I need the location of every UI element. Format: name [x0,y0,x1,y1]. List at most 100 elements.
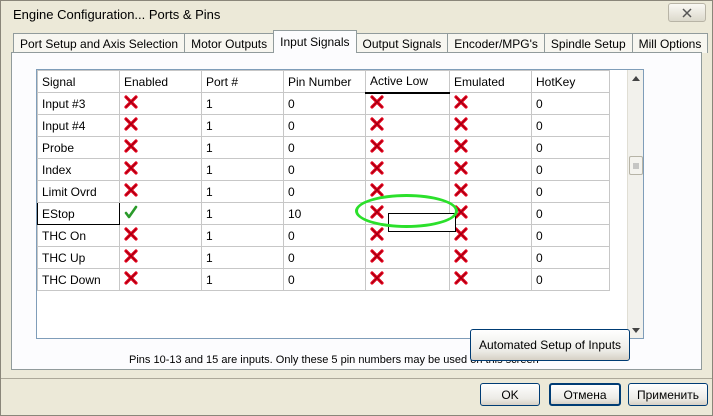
port-cell[interactable]: 1 [201,92,284,115]
signal-name-cell[interactable]: THC Down [37,268,120,291]
x-mark-icon [124,161,138,178]
signal-name-cell[interactable]: Input #4 [37,114,120,137]
emulated-toggle[interactable] [449,246,532,269]
port-cell[interactable]: 1 [201,268,284,291]
active-low-toggle[interactable] [365,246,450,269]
signal-name-cell[interactable]: THC On [37,224,120,247]
close-button[interactable] [668,3,706,22]
signal-name-cell[interactable]: THC Up [37,246,120,269]
x-mark-icon [124,139,138,156]
port-cell[interactable]: 1 [201,136,284,159]
pin-number-cell[interactable]: 0 [283,92,366,115]
column-header[interactable]: Enabled [119,70,202,93]
x-mark-icon [454,227,468,244]
x-mark-icon [124,271,138,288]
port-cell[interactable]: 1 [201,114,284,137]
tab-input-signals[interactable]: Input Signals [273,30,357,53]
hotkey-cell[interactable]: 0 [531,158,610,181]
x-mark-icon [370,271,384,288]
pin-number-cell[interactable]: 0 [283,268,366,291]
hotkey-cell[interactable]: 0 [531,202,610,225]
port-cell[interactable]: 1 [201,202,284,225]
enabled-toggle[interactable] [119,202,202,225]
port-cell[interactable]: 1 [201,224,284,247]
pin-number-cell[interactable]: 0 [283,224,366,247]
column-header[interactable]: Emulated [449,70,532,93]
pin-number-cell[interactable]: 0 [283,114,366,137]
pin-number-cell[interactable]: 10 [283,202,366,225]
tab-spindle-setup[interactable]: Spindle Setup [543,33,633,53]
input-signals-grid[interactable]: Signal Enabled Port # Pin Number Active Low E… [36,69,644,339]
emulated-toggle[interactable] [449,224,532,247]
enabled-toggle[interactable] [119,92,202,115]
table-row: Index 1 0 0 [37,158,610,181]
table-row: THC Down 1 0 0 [37,268,610,291]
scroll-up-button[interactable] [628,70,644,86]
enabled-toggle[interactable] [119,180,202,203]
emulated-toggle[interactable] [449,92,532,115]
enabled-toggle[interactable] [119,224,202,247]
column-header[interactable]: Active Low [365,70,450,94]
column-header[interactable]: Pin Number [283,70,366,93]
enabled-toggle[interactable] [119,158,202,181]
port-cell[interactable]: 1 [201,246,284,269]
emulated-toggle[interactable] [449,202,532,225]
tab-encoder-mpg-s[interactable]: Encoder/MPG's [447,33,545,53]
hotkey-cell[interactable]: 0 [531,114,610,137]
emulated-toggle[interactable] [449,268,532,291]
column-header[interactable]: Port # [201,70,284,93]
pin-number-cell[interactable]: 0 [283,180,366,203]
signal-name-cell[interactable]: Limit Ovrd [37,180,120,203]
active-low-toggle[interactable] [365,92,450,115]
pin-number-cell[interactable]: 0 [283,158,366,181]
scroll-down-button[interactable] [628,322,644,338]
emulated-toggle[interactable] [449,114,532,137]
enabled-toggle[interactable] [119,136,202,159]
active-low-toggle[interactable] [365,202,450,225]
hotkey-cell[interactable]: 0 [531,180,610,203]
hotkey-cell[interactable]: 0 [531,224,610,247]
hotkey-cell[interactable]: 0 [531,136,610,159]
vertical-scrollbar[interactable] [627,70,643,338]
active-low-toggle[interactable] [365,136,450,159]
enabled-toggle[interactable] [119,246,202,269]
enabled-toggle[interactable] [119,114,202,137]
hotkey-cell[interactable]: 0 [531,246,610,269]
tab-port-setup-and-axis-selection[interactable]: Port Setup and Axis Selection [13,33,186,53]
tab-mill-options[interactable]: Mill Options [631,33,709,53]
pin-number-cell[interactable]: 0 [283,136,366,159]
emulated-toggle[interactable] [449,158,532,181]
cancel-button[interactable]: Отмена [549,383,621,406]
scroll-thumb[interactable] [629,156,643,175]
hotkey-cell[interactable]: 0 [531,268,610,291]
emulated-toggle[interactable] [449,136,532,159]
automated-setup-button[interactable]: Automated Setup of Inputs [470,329,630,361]
pin-number-cell[interactable]: 0 [283,246,366,269]
x-mark-icon [454,249,468,266]
port-cell[interactable]: 1 [201,180,284,203]
port-cell[interactable]: 1 [201,158,284,181]
signals-table: Signal Enabled Port # Pin Number Active Low E… [37,70,610,291]
grip-icon [633,163,639,168]
ok-button[interactable]: OK [480,383,540,406]
x-mark-icon [124,227,138,244]
signal-name-cell[interactable]: EStop [37,202,120,225]
arrow-down-icon [632,327,640,333]
column-header[interactable]: HotKey [531,70,610,93]
signal-name-cell[interactable]: Input #3 [37,92,120,115]
x-mark-icon [454,183,468,200]
apply-button[interactable]: Применить [628,383,708,406]
column-header[interactable]: Signal [37,70,120,93]
tab-motor-outputs[interactable]: Motor Outputs [184,33,275,53]
active-low-toggle[interactable] [365,158,450,181]
signal-name-cell[interactable]: Probe [37,136,120,159]
close-icon [682,7,692,18]
hotkey-cell[interactable]: 0 [531,92,610,115]
active-low-toggle[interactable] [365,268,450,291]
tab-output-signals[interactable]: Output Signals [355,33,449,53]
active-low-toggle[interactable] [365,114,450,137]
signal-name-cell[interactable]: Index [37,158,120,181]
title-bar: Engine Configuration... Ports & Pins [1,1,712,27]
emulated-toggle[interactable] [449,180,532,203]
enabled-toggle[interactable] [119,268,202,291]
